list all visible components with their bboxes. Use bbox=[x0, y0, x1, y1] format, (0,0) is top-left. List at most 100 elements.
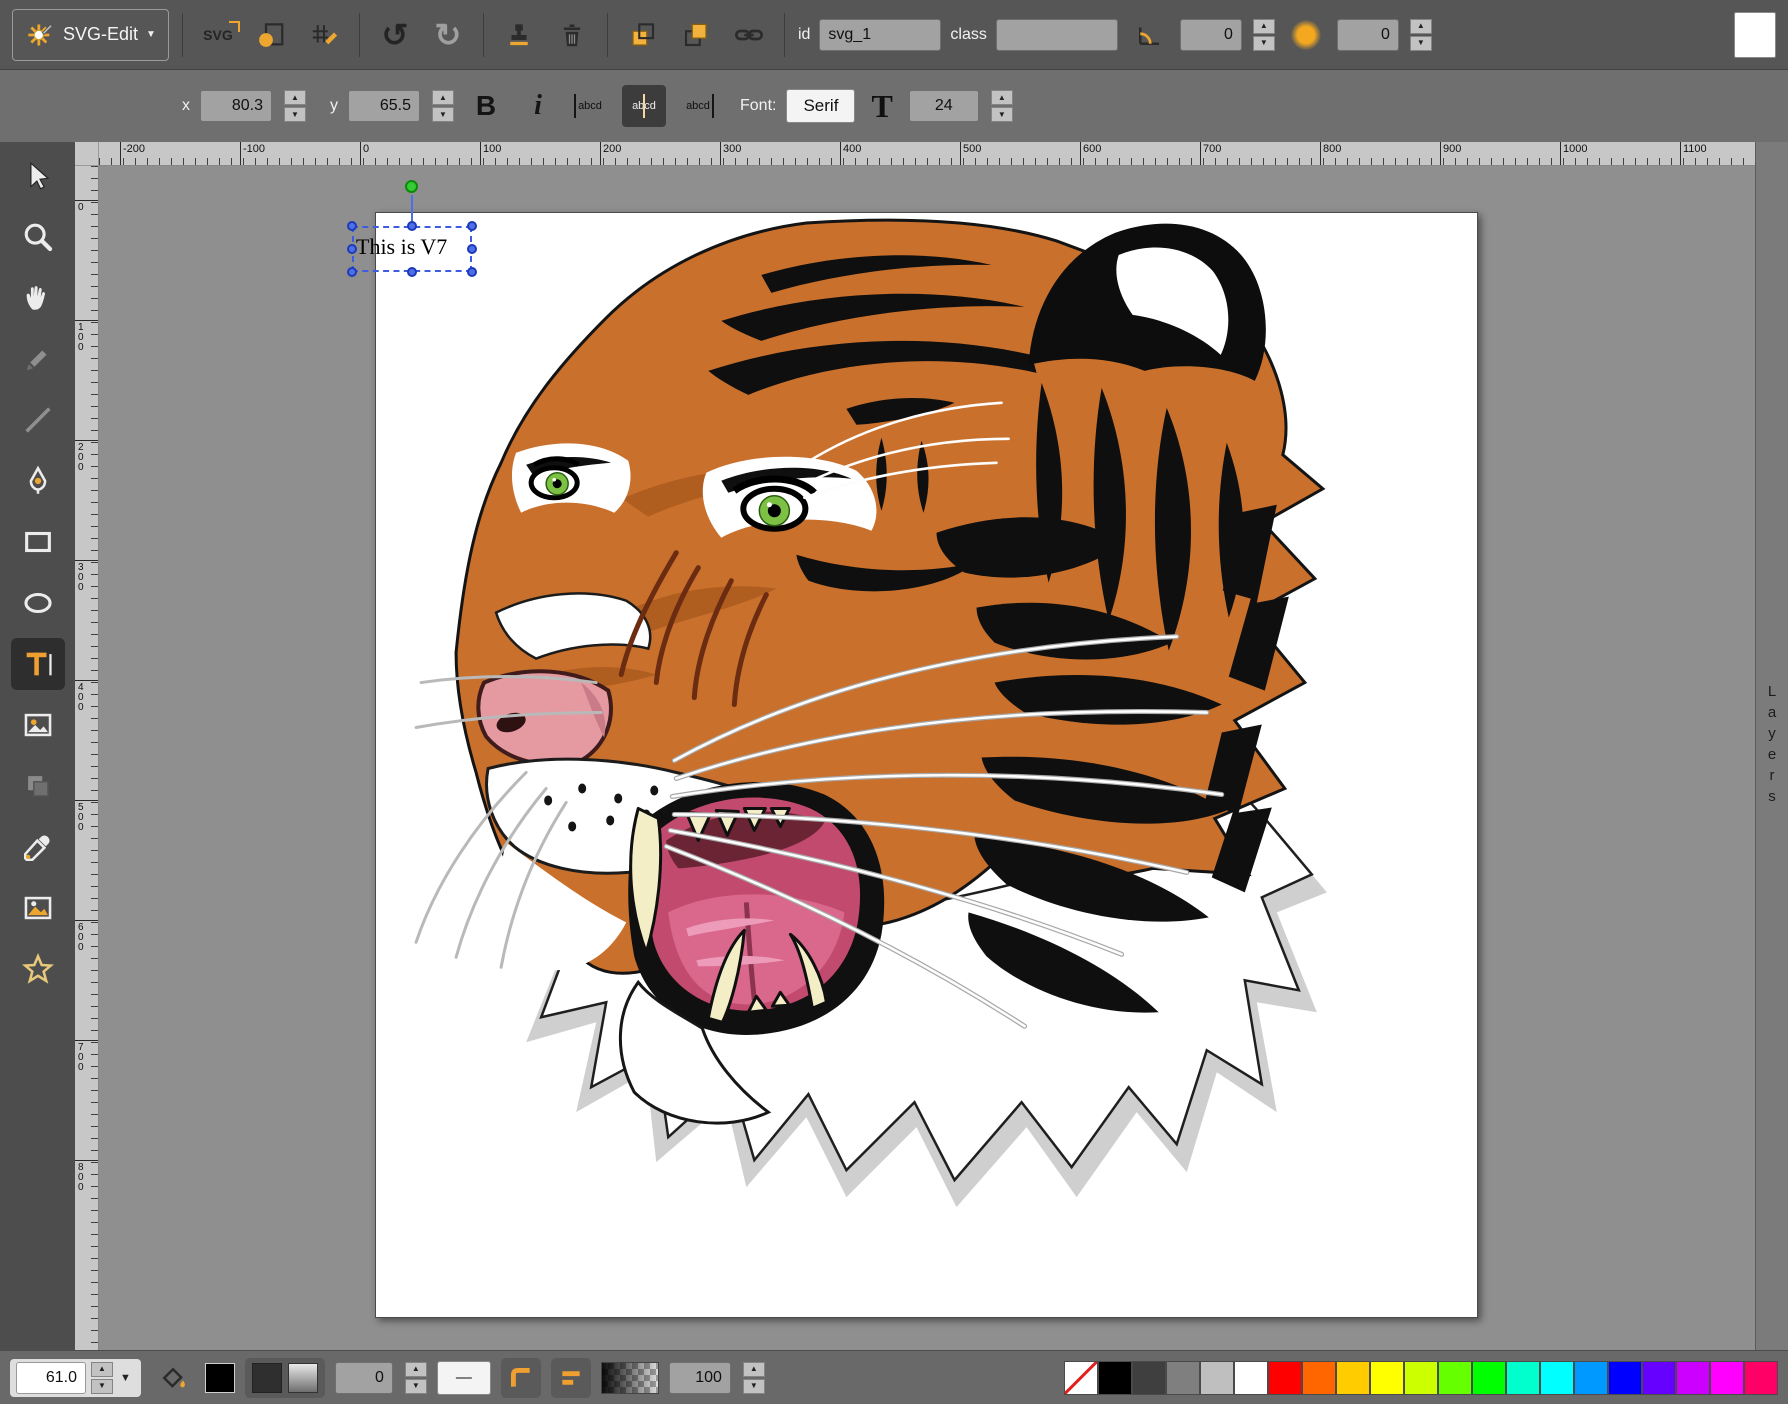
palette-swatch[interactable] bbox=[1302, 1361, 1336, 1395]
workspace[interactable]: -200-10001002003004005006007008009001000… bbox=[75, 142, 1755, 1350]
palette-swatch[interactable] bbox=[1608, 1361, 1642, 1395]
document-properties-button[interactable] bbox=[249, 13, 293, 57]
zoom-up-button[interactable]: ▲ bbox=[91, 1362, 113, 1377]
palette-swatch[interactable] bbox=[1098, 1361, 1132, 1395]
palette-swatch[interactable] bbox=[1132, 1361, 1166, 1395]
palette-swatch[interactable] bbox=[1166, 1361, 1200, 1395]
text-anchor-end-button[interactable]: abcd bbox=[676, 85, 720, 127]
text-anchor-start-button[interactable]: abcd bbox=[568, 85, 612, 127]
linejoin-button[interactable] bbox=[501, 1358, 541, 1398]
y-position-input[interactable] bbox=[348, 90, 420, 122]
selection-rotate-grip[interactable] bbox=[405, 180, 418, 193]
font-size-input[interactable] bbox=[909, 90, 979, 122]
font-size-up-button[interactable]: ▲ bbox=[991, 90, 1013, 105]
palette-swatch[interactable] bbox=[1540, 1361, 1574, 1395]
x-down-button[interactable]: ▼ bbox=[284, 107, 306, 122]
opacity-up-button[interactable]: ▲ bbox=[743, 1362, 765, 1377]
selection-grip-se[interactable] bbox=[467, 267, 477, 277]
palette-swatch[interactable] bbox=[1268, 1361, 1302, 1395]
shape-library-tool[interactable] bbox=[11, 760, 65, 812]
edit-source-button[interactable]: SVG bbox=[196, 13, 240, 57]
selection-grip-s[interactable] bbox=[407, 267, 417, 277]
clone-button[interactable] bbox=[497, 13, 541, 57]
svg-canvas[interactable] bbox=[375, 212, 1478, 1318]
move-to-bottom-button[interactable] bbox=[621, 13, 665, 57]
blur-input[interactable] bbox=[1337, 19, 1399, 51]
font-family-button[interactable]: Serif bbox=[786, 89, 855, 123]
y-up-button[interactable]: ▲ bbox=[432, 90, 454, 105]
line-tool[interactable] bbox=[11, 394, 65, 446]
move-to-top-button[interactable] bbox=[674, 13, 718, 57]
palette-swatch[interactable] bbox=[1676, 1361, 1710, 1395]
main-menu-button[interactable]: SVG-Edit ▼ bbox=[12, 9, 169, 61]
image-tool[interactable] bbox=[11, 699, 65, 751]
selection-grip-sw[interactable] bbox=[347, 267, 357, 277]
path-tool[interactable] bbox=[11, 455, 65, 507]
palette-swatch[interactable] bbox=[1336, 1361, 1370, 1395]
palette-swatch[interactable] bbox=[1404, 1361, 1438, 1395]
palette-swatch[interactable] bbox=[1642, 1361, 1676, 1395]
selection-grip-ne[interactable] bbox=[467, 221, 477, 231]
linecap-button[interactable] bbox=[551, 1358, 591, 1398]
y-down-button[interactable]: ▼ bbox=[432, 107, 454, 122]
bold-button[interactable]: B bbox=[464, 90, 508, 122]
palette-swatch[interactable] bbox=[1574, 1361, 1608, 1395]
palette-swatch[interactable] bbox=[1370, 1361, 1404, 1395]
stroke-width-up-button[interactable]: ▲ bbox=[405, 1362, 427, 1377]
palette-swatch[interactable] bbox=[1472, 1361, 1506, 1395]
zoom-input[interactable] bbox=[16, 1362, 86, 1394]
x-position-input[interactable] bbox=[200, 90, 272, 122]
stroke-color-swatch[interactable] bbox=[252, 1363, 282, 1393]
selection-grip-nw[interactable] bbox=[347, 221, 357, 231]
palette-swatch[interactable] bbox=[1064, 1361, 1098, 1395]
background-color-swatch[interactable] bbox=[1734, 12, 1776, 58]
blur-down-button[interactable]: ▼ bbox=[1410, 36, 1432, 51]
stroke-width-input[interactable] bbox=[335, 1362, 393, 1394]
x-up-button[interactable]: ▲ bbox=[284, 90, 306, 105]
selection-grip-e[interactable] bbox=[467, 244, 477, 254]
make-link-button[interactable] bbox=[727, 13, 771, 57]
layers-panel-tab[interactable]: Layers bbox=[1755, 142, 1788, 1350]
undo-button[interactable]: ↺ bbox=[373, 13, 417, 57]
palette-swatch[interactable] bbox=[1744, 1361, 1778, 1395]
angle-input[interactable] bbox=[1180, 19, 1242, 51]
eyedropper-tool[interactable] bbox=[11, 821, 65, 873]
zoom-down-button[interactable]: ▼ bbox=[91, 1379, 113, 1394]
italic-button[interactable]: i bbox=[518, 90, 558, 122]
palette-swatch[interactable] bbox=[1234, 1361, 1268, 1395]
palette-swatch[interactable] bbox=[1506, 1361, 1540, 1395]
zoom-tool[interactable] bbox=[11, 211, 65, 263]
text-anchor-middle-button[interactable]: abcd bbox=[622, 85, 666, 127]
element-class-input[interactable] bbox=[996, 19, 1118, 51]
palette-swatch[interactable] bbox=[1438, 1361, 1472, 1395]
opacity-down-button[interactable]: ▼ bbox=[743, 1379, 765, 1394]
pencil-tool[interactable] bbox=[11, 333, 65, 385]
ellipse-tool[interactable] bbox=[11, 577, 65, 629]
angle-up-button[interactable]: ▲ bbox=[1253, 19, 1275, 34]
opacity-input[interactable] bbox=[669, 1362, 731, 1394]
stroke-dash-select[interactable]: — bbox=[437, 1361, 491, 1395]
opacity-gradient-icon[interactable] bbox=[601, 1362, 659, 1394]
text-tool[interactable] bbox=[11, 638, 65, 690]
palette-swatch[interactable] bbox=[1710, 1361, 1744, 1395]
font-size-down-button[interactable]: ▼ bbox=[991, 107, 1013, 122]
delete-button[interactable] bbox=[550, 13, 594, 57]
library-tool[interactable] bbox=[11, 882, 65, 934]
star-tool[interactable] bbox=[11, 943, 65, 995]
editor-preferences-button[interactable] bbox=[302, 13, 346, 57]
pan-tool[interactable] bbox=[11, 272, 65, 324]
selection-grip-n[interactable] bbox=[407, 221, 417, 231]
redo-button[interactable]: ↻ bbox=[426, 13, 470, 57]
blur-up-button[interactable]: ▲ bbox=[1410, 19, 1432, 34]
angle-down-button[interactable]: ▼ bbox=[1253, 36, 1275, 51]
rect-tool[interactable] bbox=[11, 516, 65, 568]
stroke-width-down-button[interactable]: ▼ bbox=[405, 1379, 427, 1394]
zoom-dropdown-icon[interactable]: ▼ bbox=[116, 1372, 135, 1384]
select-tool[interactable] bbox=[11, 150, 65, 202]
selected-text-element[interactable]: This is V7 bbox=[356, 234, 447, 260]
selection-grip-w[interactable] bbox=[347, 244, 357, 254]
stroke-gradient-swatch[interactable] bbox=[288, 1363, 318, 1393]
palette-swatch[interactable] bbox=[1200, 1361, 1234, 1395]
fill-color-swatch[interactable] bbox=[205, 1363, 235, 1393]
element-id-input[interactable] bbox=[819, 19, 941, 51]
